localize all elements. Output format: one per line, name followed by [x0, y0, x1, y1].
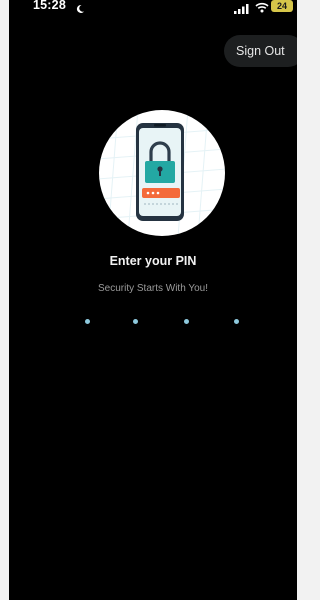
pin-dot	[234, 319, 239, 324]
signal-icon	[233, 1, 249, 19]
app-screen: 15:28 24 Sign Out Enter your PIN Securit…	[9, 0, 297, 600]
pin-dot	[133, 319, 138, 324]
page-title: Enter your PIN	[109, 254, 197, 268]
page-subtitle: Security Starts With You!	[97, 283, 209, 294]
phone-lock-illustration	[98, 109, 226, 237]
battery-icon: 24	[271, 0, 293, 12]
pin-dot	[85, 319, 90, 324]
sign-out-button[interactable]: Sign Out	[224, 35, 297, 67]
pin-dot	[184, 319, 189, 324]
status-time: 15:28	[33, 0, 66, 12]
pin-indicator	[9, 319, 297, 331]
wifi-icon	[255, 0, 269, 18]
status-bar: 15:28 24	[9, 0, 297, 22]
moon-icon	[75, 1, 85, 13]
